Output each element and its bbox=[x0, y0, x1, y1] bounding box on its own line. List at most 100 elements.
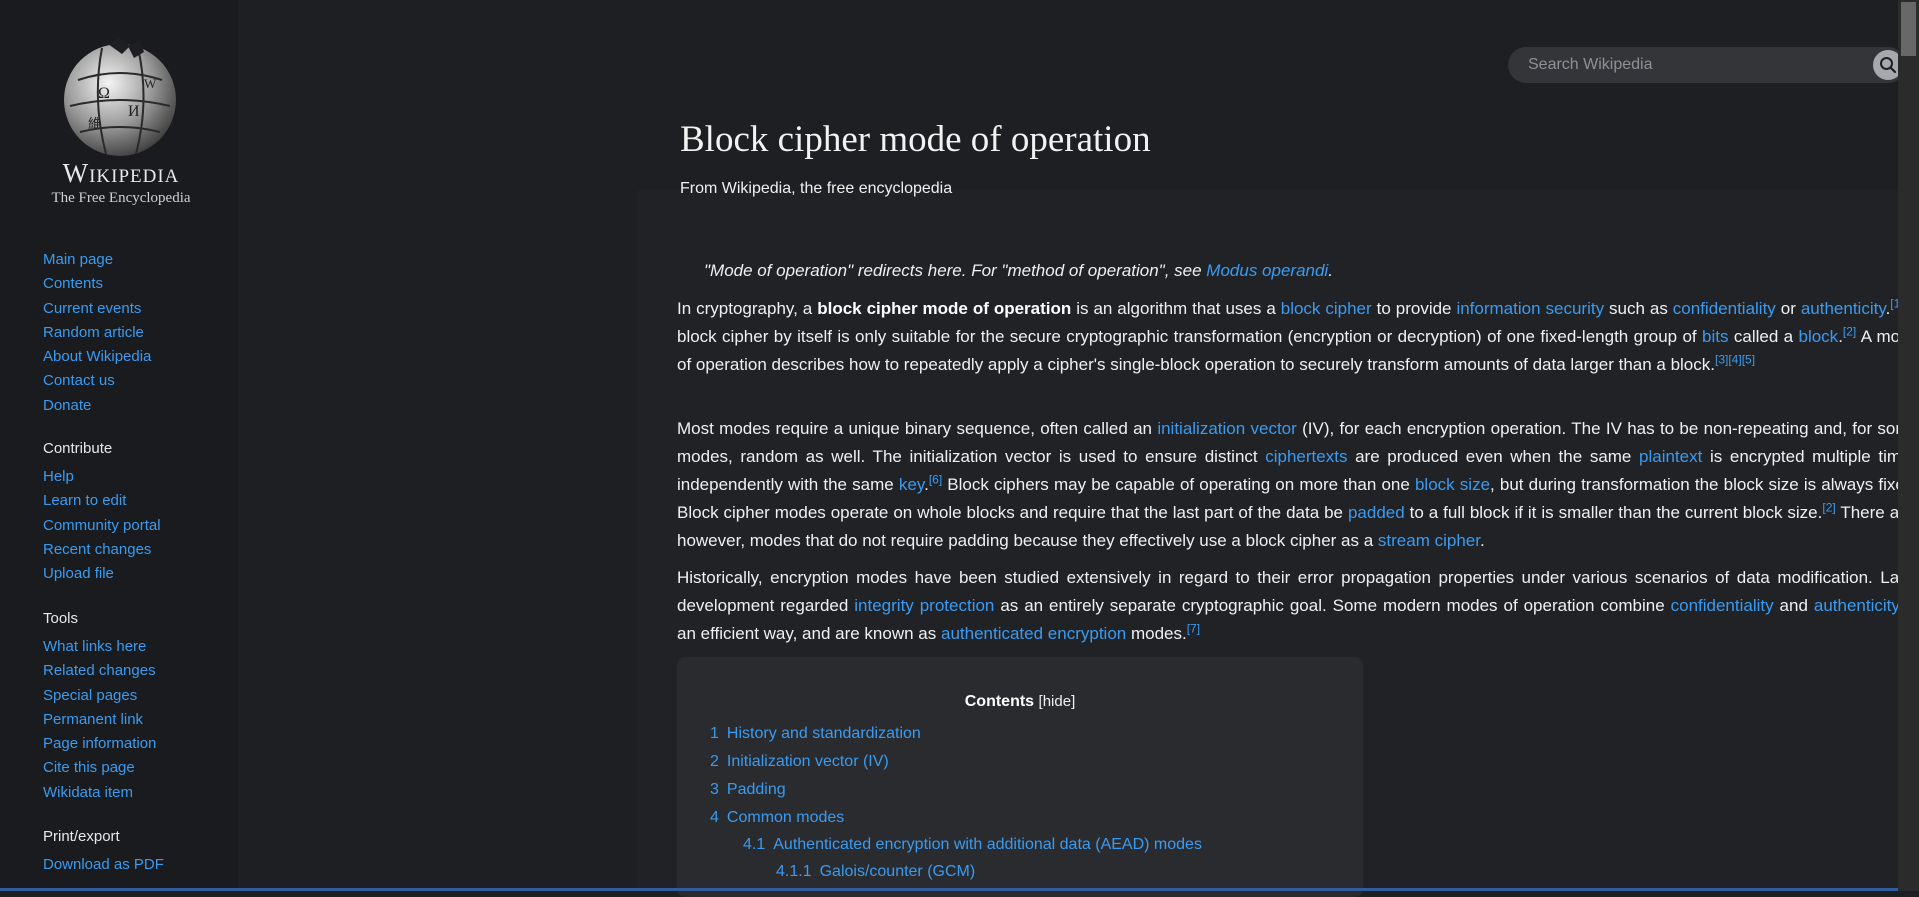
toc-item[interactable]: 4.1.1 Galois/counter (GCM) bbox=[776, 863, 975, 881]
link-confidentiality[interactable]: confidentiality bbox=[1673, 299, 1776, 318]
link-padded[interactable]: padded bbox=[1348, 503, 1405, 522]
toc-hide-toggle: [hide] bbox=[1039, 693, 1076, 710]
nav-heading-print: Print/export bbox=[43, 828, 120, 845]
hatnote-text: "Mode of operation" redirects here. For … bbox=[704, 261, 1207, 280]
paragraph-history: Historically, encryption modes have been… bbox=[677, 564, 1919, 648]
toc-number: 4.1.1 bbox=[776, 863, 812, 880]
nav-item-about-wikipedia[interactable]: About Wikipedia bbox=[43, 348, 151, 366]
text: called a bbox=[1728, 327, 1799, 346]
toc-label: Initialization vector (IV) bbox=[726, 753, 889, 770]
toc-label: History and standardization bbox=[726, 725, 921, 742]
nav-item-download-pdf[interactable]: Download as PDF bbox=[43, 856, 164, 874]
link-key[interactable]: key bbox=[899, 475, 924, 494]
link-authenticity[interactable]: authenticity bbox=[1801, 299, 1886, 318]
nav-item-what-links-here[interactable]: What links here bbox=[43, 638, 156, 656]
link-ciphertexts[interactable]: ciphertexts bbox=[1265, 447, 1347, 466]
svg-text:W: W bbox=[144, 76, 157, 91]
nav-heading-tools: Tools bbox=[43, 610, 79, 627]
toc-header: Contents [hide] bbox=[677, 693, 1363, 711]
link-authenticity-2[interactable]: authenticity bbox=[1814, 596, 1900, 615]
toc-label: Authenticated encryption with additional… bbox=[773, 836, 1202, 853]
toc-item[interactable]: 4.1 Authenticated encryption with additio… bbox=[743, 836, 1202, 854]
nav-item-donate[interactable]: Donate bbox=[43, 397, 151, 415]
citation-2b[interactable]: [2] bbox=[1822, 500, 1835, 514]
toc-item[interactable]: 2 Initialization vector (IV) bbox=[710, 753, 889, 771]
nav-item-learn-to-edit[interactable]: Learn to edit bbox=[43, 492, 161, 510]
toc-number: 4 bbox=[710, 809, 719, 826]
link-integrity-protection[interactable]: integrity protection bbox=[854, 596, 994, 615]
nav-item-wikidata-item[interactable]: Wikidata item bbox=[43, 784, 156, 802]
citation-4[interactable]: [4] bbox=[1728, 352, 1741, 366]
search-icon bbox=[1880, 57, 1897, 74]
link-plaintext[interactable]: plaintext bbox=[1639, 447, 1702, 466]
link-block-cipher[interactable]: block cipher bbox=[1281, 299, 1372, 318]
hatnote: "Mode of operation" redirects here. For … bbox=[704, 261, 1333, 281]
nav-item-permanent-link[interactable]: Permanent link bbox=[43, 711, 156, 729]
link-authenticated-encryption[interactable]: authenticated encryption bbox=[941, 624, 1126, 643]
nav-item-contact-us[interactable]: Contact us bbox=[43, 372, 151, 390]
link-modus-operandi[interactable]: Modus operandi bbox=[1206, 261, 1328, 280]
page-title: Block cipher mode of operation bbox=[680, 119, 1151, 160]
text: are produced even when the same bbox=[1347, 447, 1640, 466]
toc-number: 4.1 bbox=[743, 836, 766, 853]
paragraph-iv: Most modes require a unique binary seque… bbox=[677, 419, 1919, 550]
citation-3[interactable]: [3] bbox=[1715, 352, 1728, 366]
nav-item-help[interactable]: Help bbox=[43, 468, 161, 486]
text: modes. bbox=[1126, 624, 1187, 643]
nav-item-contents[interactable]: Contents bbox=[43, 275, 151, 293]
toc-label: Padding bbox=[726, 781, 786, 798]
svg-text:И: И bbox=[128, 103, 140, 120]
logo-wordmark: Wikipedia bbox=[62, 158, 180, 188]
nav-item-upload-file[interactable]: Upload file bbox=[43, 565, 161, 583]
citation-5[interactable]: [5] bbox=[1742, 352, 1755, 366]
toc-item[interactable]: 1 History and standardization bbox=[710, 725, 921, 743]
vertical-scrollbar[interactable] bbox=[1898, 0, 1919, 891]
site-tagline: From Wikipedia, the free encyclopedia bbox=[680, 180, 953, 197]
nav-item-current-events[interactable]: Current events bbox=[43, 300, 151, 318]
main-area: Block cipher mode of operation From Wiki… bbox=[238, 0, 1919, 897]
nav-tools: Tools What links here Related changes Sp… bbox=[43, 610, 156, 808]
text: is an algorithm that uses a bbox=[1071, 299, 1281, 318]
link-initialization-vector[interactable]: initialization vector bbox=[1157, 419, 1297, 438]
hatnote-suffix: . bbox=[1328, 261, 1333, 280]
citation-7[interactable]: [7] bbox=[1187, 621, 1200, 635]
nav-item-recent-changes[interactable]: Recent changes bbox=[43, 541, 161, 559]
nav-main: Main page Contents Current events Random… bbox=[43, 251, 151, 421]
link-information-security[interactable]: information security bbox=[1456, 299, 1604, 318]
nav-item-special-pages[interactable]: Special pages bbox=[43, 687, 156, 705]
citation-6[interactable]: [6] bbox=[929, 472, 942, 486]
text: as an entirely separate cryptographic go… bbox=[994, 596, 1671, 615]
link-stream-cipher[interactable]: stream cipher bbox=[1378, 531, 1480, 550]
toc-item[interactable]: 3 Padding bbox=[710, 781, 786, 799]
nav-item-related-changes[interactable]: Related changes bbox=[43, 662, 156, 680]
table-of-contents: Contents [hide] 1 History and standardiza… bbox=[677, 657, 1363, 897]
toc-label: Common modes bbox=[726, 809, 845, 826]
sidebar: Ω И W 維 Wikipedia The Free Encyclopedia … bbox=[0, 0, 238, 891]
citation-2[interactable]: [2] bbox=[1843, 324, 1856, 338]
text: or bbox=[1775, 299, 1801, 318]
search-input[interactable] bbox=[1508, 47, 1848, 83]
text: such as bbox=[1604, 299, 1673, 318]
nav-contribute: Contribute Help Learn to edit Community … bbox=[43, 440, 161, 589]
text: to provide bbox=[1371, 299, 1457, 318]
toc-label: Galois/counter (GCM) bbox=[819, 863, 976, 880]
nav-item-page-information[interactable]: Page information bbox=[43, 735, 156, 753]
scrollbar-thumb[interactable] bbox=[1901, 2, 1916, 56]
svg-text:維: 維 bbox=[88, 116, 101, 131]
link-confidentiality-2[interactable]: confidentiality bbox=[1671, 596, 1774, 615]
nav-heading-contribute: Contribute bbox=[43, 440, 113, 457]
text: and bbox=[1773, 596, 1814, 615]
link-block[interactable]: block bbox=[1799, 327, 1839, 346]
nav-item-main-page[interactable]: Main page bbox=[43, 251, 151, 269]
nav-item-random-article[interactable]: Random article bbox=[43, 324, 151, 342]
wikipedia-logo[interactable]: Ω И W 維 Wikipedia The Free Encyclopedia bbox=[42, 30, 200, 210]
nav-item-cite-this-page[interactable]: Cite this page bbox=[43, 759, 156, 777]
link-bits[interactable]: bits bbox=[1702, 327, 1728, 346]
toc-item[interactable]: 4 Common modes bbox=[710, 809, 844, 827]
toc-hide-link[interactable]: hide bbox=[1043, 693, 1071, 710]
search-box bbox=[1508, 47, 1906, 83]
text: In cryptography, a bbox=[677, 299, 818, 318]
toc-number: 1 bbox=[710, 725, 719, 742]
link-block-size[interactable]: block size bbox=[1415, 475, 1490, 494]
nav-item-community-portal[interactable]: Community portal bbox=[43, 517, 161, 535]
